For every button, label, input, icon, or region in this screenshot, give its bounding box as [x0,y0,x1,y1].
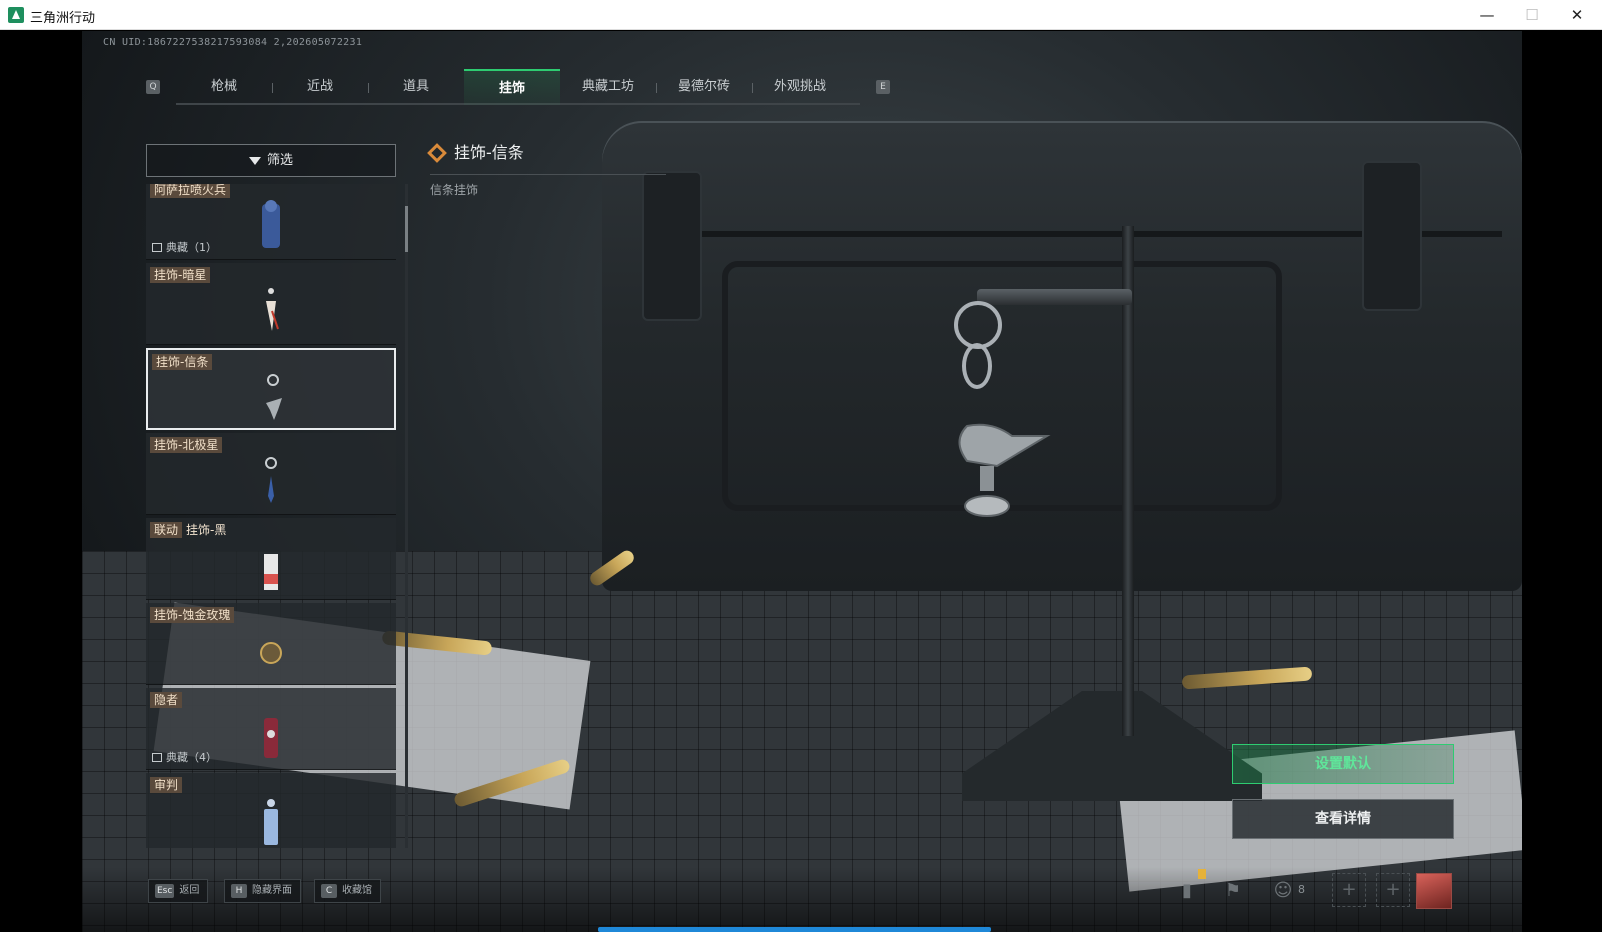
category-tabs: 枪械 近战 道具 挂饰 典藏工坊 曼德尔砖 外观挑战 [176,69,860,105]
tab-items[interactable]: 道具 [368,69,464,105]
list-item[interactable]: 挂饰-蚀金玫瑰 [146,603,396,685]
list-scrollbar[interactable] [405,184,408,848]
item-thumbnail [264,799,278,845]
loading-progress-bar [598,927,991,932]
item-thumbnail [262,200,280,248]
collection-icon [152,753,162,762]
list-item[interactable]: 挂饰-暗星 [146,263,396,345]
tab-appearance-challenge[interactable]: 外观挑战 [752,69,848,105]
item-thumbnail [264,718,278,758]
next-tab-key: E [876,80,890,94]
minimize-button[interactable]: — [1465,0,1509,30]
list-item-selected[interactable]: 挂饰-信条 [146,348,396,430]
item-thumbnail [266,374,282,420]
item-thumbnail [266,288,279,331]
case-latch [1362,161,1422,311]
tab-charms[interactable]: 挂饰 [464,69,560,105]
collection-count: 典藏（4） [152,749,217,765]
item-thumbnail [265,457,277,503]
back-hint[interactable]: Esc 返回 [148,879,209,903]
charm-list: 阿萨拉喷火兵 典藏（1） 挂饰-暗星 挂饰-信条 挂饰-北极星 联动 挂饰-黑 … [146,184,398,848]
filter-button[interactable]: 筛选 [146,144,396,177]
case-latch [642,171,702,321]
window-title: 三角洲行动 [30,11,96,26]
item-thumbnail [264,554,278,590]
collection-hint[interactable]: C 收藏馆 [314,879,381,903]
detail-subtitle: 信条挂饰 [430,183,479,197]
detail-divider [430,174,666,175]
detail-header: 挂饰-信条 [427,139,524,163]
c-key: C [321,884,337,898]
user-uid: CN UID:1867227538217593084 2,20260507223… [103,37,363,48]
maximize-button[interactable]: ☐ [1510,0,1554,30]
list-item[interactable]: 联动 挂饰-黑 [146,518,396,600]
tab-melee[interactable]: 近战 [272,69,368,105]
esc-key: Esc [155,884,175,898]
creed-charm-model [958,423,1051,517]
list-item[interactable]: 挂饰-北极星 [146,433,396,515]
filter-label: 筛选 [266,153,293,168]
hide-ui-hint[interactable]: H 隐藏界面 [224,879,301,903]
detail-title: 挂饰-信条 [454,143,524,162]
item-name-tag: 隐者 [150,692,183,708]
tab-firearms[interactable]: 枪械 [176,69,272,105]
h-key: H [231,884,247,898]
charm-chain [962,343,992,389]
item-thumbnail [260,642,282,664]
item-name-tag: 挂饰-黑 [186,523,227,537]
display-stand-arm [977,289,1132,305]
item-name-tag: 挂饰-暗星 [150,267,211,283]
add-party-slot[interactable]: + [1376,873,1410,907]
close-button[interactable]: ✕ [1555,0,1599,30]
item-collab-tag: 联动 [150,522,183,538]
tab-mandel-brick[interactable]: 曼德尔砖 [656,69,752,105]
player-avatar[interactable] [1416,873,1452,909]
collection-icon [152,243,162,252]
friends-icon[interactable]: ☺ [1268,876,1298,906]
item-name-tag: 阿萨拉喷火兵 [150,184,231,198]
back-label: 返回 [179,885,200,896]
prev-tab-key: Q [146,80,160,94]
window-titlebar: 三角洲行动 — ☐ ✕ [0,0,1602,30]
hide-ui-label: 隐藏界面 [252,885,292,896]
view-details-button[interactable]: 查看详情 [1232,799,1454,839]
charm-category-icon [427,143,447,163]
scrollbar-thumb[interactable] [405,206,408,252]
game-viewport: CN UID:1867227538217593084 2,20260507223… [0,31,1602,932]
item-name-tag: 审判 [150,777,183,793]
app-logo-icon [8,7,24,23]
list-item[interactable]: 阿萨拉喷火兵 典藏（1） [146,184,396,260]
list-item[interactable]: 隐者 典藏（4） [146,688,396,770]
friend-count: 8 [1298,883,1305,896]
item-name-tag: 挂饰-信条 [152,354,213,370]
collection-count: 典藏（1） [152,239,217,255]
set-default-button[interactable]: 设置默认 [1232,744,1454,784]
charm-ring [954,301,1002,349]
add-party-slot[interactable]: + [1332,873,1366,907]
filter-icon [248,156,261,165]
tab-collection-workshop[interactable]: 典藏工坊 [560,69,656,105]
list-item[interactable]: 审判 [146,773,396,848]
flag-icon[interactable]: ⚑ [1218,876,1248,906]
item-name-tag: 挂饰-北极星 [150,437,223,453]
collection-label: 收藏馆 [342,885,372,896]
item-name-tag: 挂饰-蚀金玫瑰 [150,607,235,623]
chart-icon[interactable]: ▮ [1172,876,1202,906]
